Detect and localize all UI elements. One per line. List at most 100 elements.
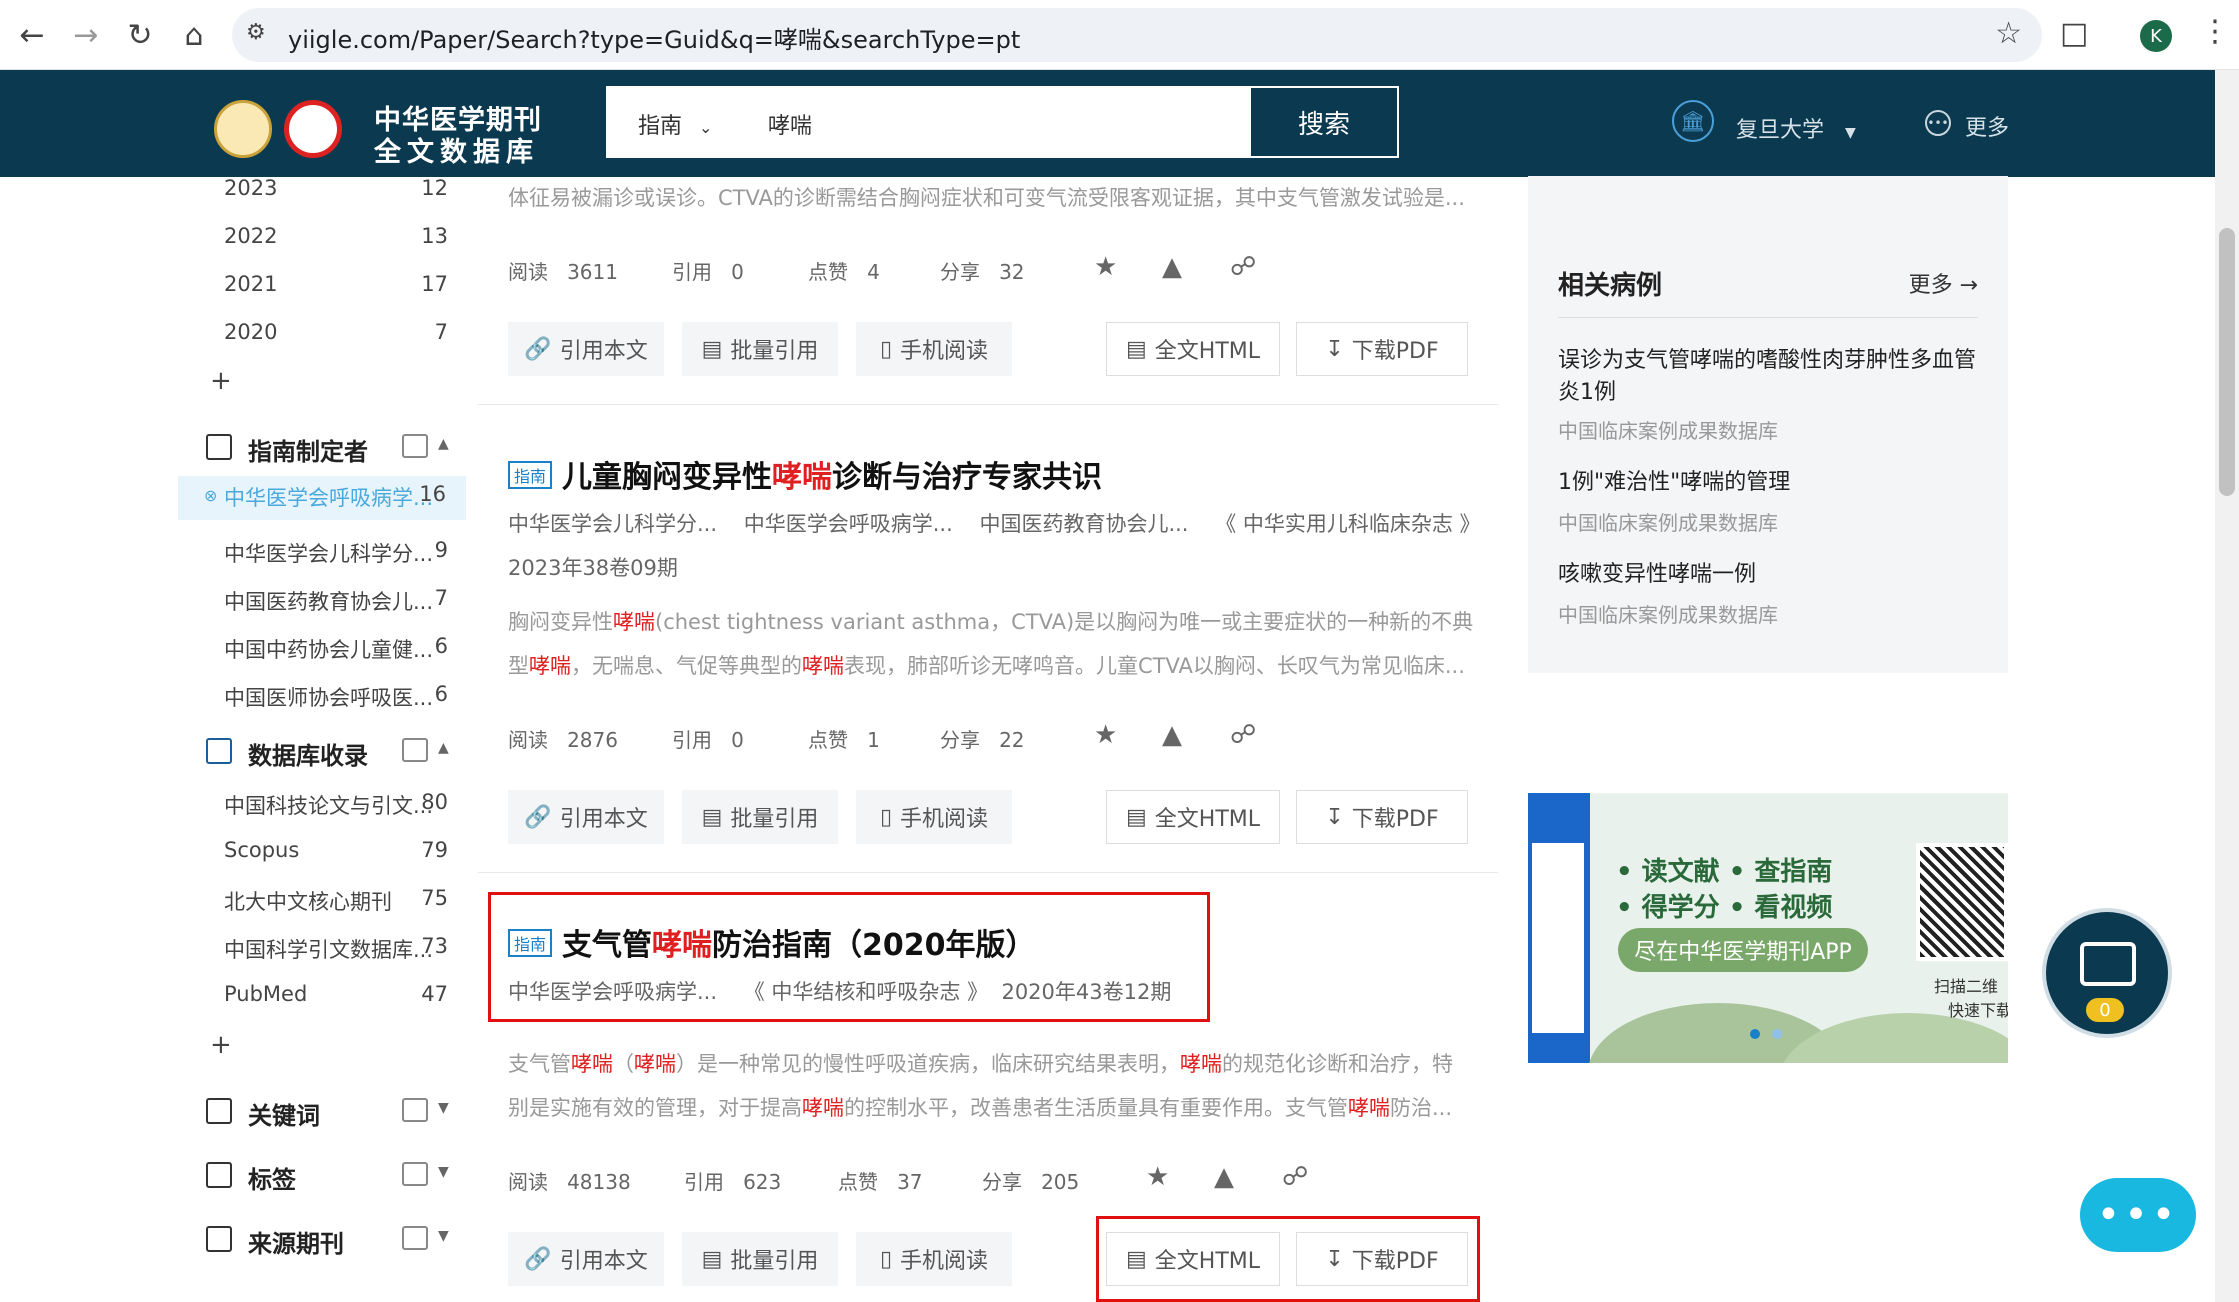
filter-item[interactable]: 中华医学会儿科学分... 9 xyxy=(178,532,468,572)
trend-chart-icon[interactable] xyxy=(402,1098,428,1122)
mobile-read-button[interactable]: ▯ 手机阅读 xyxy=(856,1232,1012,1286)
download-pdf-button[interactable]: ↧ 下载PDF xyxy=(1296,790,1468,844)
trend-chart-icon[interactable] xyxy=(402,434,428,458)
full-html-button[interactable]: ▤ 全文HTML xyxy=(1106,322,1280,376)
caret-down-icon[interactable]: ▼ xyxy=(438,1100,449,1116)
thumbs-up-icon[interactable]: ▲ xyxy=(1162,252,1182,282)
year-count: 12 xyxy=(421,176,448,200)
institution-select[interactable]: 复旦大学 ▼ xyxy=(1736,112,1856,144)
search-bar: 指南 ⌄ 哮喘 xyxy=(606,86,1249,158)
journal-logo[interactable] xyxy=(284,100,342,158)
clear-filter-icon[interactable]: ⊗ xyxy=(204,486,217,505)
search-input[interactable]: 哮喘 xyxy=(768,108,812,140)
authors[interactable]: 中华医学会儿科学分... 中华医学会呼吸病学... 中国医药教育协会儿... xyxy=(508,512,1188,536)
cite-button[interactable]: 🔗 引用本文 xyxy=(508,1232,664,1286)
search-button[interactable]: 搜索 xyxy=(1249,86,1399,158)
divider xyxy=(1558,317,1978,318)
download-pdf-button[interactable]: ↧ 下载PDF xyxy=(1296,322,1468,376)
share-icon[interactable]: ☍ xyxy=(1230,252,1256,282)
share-icon[interactable]: ☍ xyxy=(1230,720,1256,750)
year-count: 7 xyxy=(434,320,448,344)
article-issue[interactable]: 2023年38卷09期 xyxy=(508,552,678,582)
scrollbar-thumb[interactable] xyxy=(2219,228,2235,496)
filter-item[interactable]: PubMed 47 xyxy=(178,976,468,1016)
authors[interactable]: 中华医学会呼吸病学... xyxy=(508,980,717,1004)
address-bar[interactable]: ⚙ yiigle.com/Paper/Search?type=Guid&q=哮喘… xyxy=(232,8,2042,62)
filter-item[interactable]: 中国科技论文与引文... 80 xyxy=(178,784,468,824)
app-promo-banner[interactable]: • 读文献 • 查指南 • 得学分 • 看视频 尽在中华医学期刊APP 扫描二维… xyxy=(1528,793,2008,1063)
search-type-select[interactable]: 指南 ⌄ xyxy=(638,108,712,140)
journal-link[interactable]: 《 中华结核和呼吸杂志 》 xyxy=(744,980,988,1004)
favorite-star-icon[interactable]: ★ xyxy=(1146,1162,1169,1192)
site-header: 中华医学期刊 全文数据库 指南 ⌄ 哮喘 搜索 🏛 复旦大学 ▼ ••• 更多 xyxy=(0,70,2239,177)
download-pdf-button[interactable]: ↧ 下载PDF xyxy=(1296,1232,1468,1286)
thumbs-up-icon[interactable]: ▲ xyxy=(1214,1162,1234,1192)
text: （ xyxy=(613,1052,634,1076)
year-filter-2021[interactable]: 2021 17 xyxy=(178,266,468,306)
filter-item[interactable]: 中国中药协会儿童健... 6 xyxy=(178,628,468,668)
trend-chart-icon[interactable] xyxy=(402,1226,428,1250)
caret-up-icon[interactable]: ▲ xyxy=(438,436,449,452)
year-count: 17 xyxy=(421,272,448,296)
filter-item[interactable]: 中国医师协会呼吸医... 6 xyxy=(178,676,468,716)
related-cases-panel: 相关病例 更多 → 误诊为支气管哮喘的嗜酸性肉芽肿性多血管炎1例 中国临床案例成… xyxy=(1528,195,2008,673)
cite-button[interactable]: 🔗 引用本文 xyxy=(508,322,664,376)
site-info-icon[interactable]: ⚙ xyxy=(246,20,266,45)
more-link[interactable]: 更多 xyxy=(1965,110,2009,142)
filter-item-selected[interactable]: ⊗ 中华医学会呼吸病学... 16 xyxy=(178,476,466,520)
article-title[interactable]: 指南 儿童胸闷变异性哮喘诊断与治疗专家共识 xyxy=(508,452,1102,496)
article-title[interactable]: 指南 支气管哮喘防治指南（2020年版） xyxy=(508,920,1036,964)
full-html-button[interactable]: ▤ 全文HTML xyxy=(1106,790,1280,844)
browser-menu-icon[interactable]: ⋮ xyxy=(2200,14,2230,49)
related-case-link[interactable]: 1例"难治性"哮喘的管理 xyxy=(1558,467,1988,499)
article-issue[interactable]: 2020年43卷12期 xyxy=(1001,980,1171,1004)
caret-up-icon[interactable]: ▲ xyxy=(438,740,449,756)
filter-item[interactable]: 中国医药教育协会儿... 7 xyxy=(178,580,468,620)
journal-link[interactable]: 《 中华实用儿科临床杂志 》 xyxy=(1215,512,1480,536)
cite-button[interactable]: 🔗 引用本文 xyxy=(508,790,664,844)
profile-avatar[interactable]: K xyxy=(2140,20,2172,52)
text: 防治... xyxy=(1390,1096,1453,1120)
filter-item-count: 47 xyxy=(421,982,448,1006)
chat-button[interactable]: ••• xyxy=(2080,1178,2196,1252)
related-case-link[interactable]: 咳嗽变异性哮喘一例 xyxy=(1558,559,1988,591)
back-icon[interactable]: ← xyxy=(10,13,54,57)
mobile-read-button[interactable]: ▯ 手机阅读 xyxy=(856,322,1012,376)
share-icon[interactable]: ☍ xyxy=(1282,1162,1308,1192)
trend-chart-icon[interactable] xyxy=(402,1162,428,1186)
thumbs-up-icon[interactable]: ▲ xyxy=(1162,720,1182,750)
batch-cite-button[interactable]: ▤ 批量引用 xyxy=(682,322,838,376)
mobile-read-button[interactable]: ▯ 手机阅读 xyxy=(856,790,1012,844)
batch-cite-button[interactable]: ▤ 批量引用 xyxy=(682,790,838,844)
related-case-source: 中国临床案例成果数据库 xyxy=(1558,603,1778,627)
filter-item[interactable]: 北大中文核心期刊 75 xyxy=(178,880,468,920)
year-filter-2022[interactable]: 2022 13 xyxy=(178,218,468,258)
related-more-link[interactable]: 更多 → xyxy=(1909,267,1978,299)
year-filter-2023[interactable]: 2023 12 xyxy=(178,170,468,210)
extensions-icon[interactable]: □ xyxy=(2060,16,2088,51)
year-filter-2020[interactable]: 2020 7 xyxy=(178,314,468,354)
batch-cite-button[interactable]: ▤ 批量引用 xyxy=(682,1232,838,1286)
full-html-button[interactable]: ▤ 全文HTML xyxy=(1106,1232,1280,1286)
reload-icon[interactable]: ↻ xyxy=(118,13,162,57)
filter-item[interactable]: Scopus 79 xyxy=(178,832,468,872)
expand-years-button[interactable]: + xyxy=(210,366,232,396)
like-count: 点赞 37 xyxy=(838,1166,923,1195)
more-icon[interactable]: ••• xyxy=(1925,110,1951,136)
trend-chart-icon[interactable] xyxy=(402,738,428,762)
carousel-dot[interactable] xyxy=(1750,1029,1760,1039)
favorite-star-icon[interactable]: ★ xyxy=(1094,720,1117,750)
bookmark-star-icon[interactable]: ☆ xyxy=(1995,16,2022,51)
forward-icon[interactable]: → xyxy=(64,13,108,57)
cma-logo[interactable] xyxy=(214,100,272,158)
expand-database-button[interactable]: + xyxy=(210,1030,232,1060)
group-title: 指南制定者 xyxy=(248,438,368,466)
caret-down-icon[interactable]: ▼ xyxy=(438,1228,449,1244)
related-case-link[interactable]: 误诊为支气管哮喘的嗜酸性肉芽肿性多血管炎1例 xyxy=(1558,345,1988,409)
favorite-star-icon[interactable]: ★ xyxy=(1094,252,1117,282)
carousel-dot[interactable] xyxy=(1772,1029,1782,1039)
filter-item[interactable]: 中国科学引文数据库... 73 xyxy=(178,928,468,968)
stat-label: 点赞 xyxy=(808,260,848,284)
caret-down-icon[interactable]: ▼ xyxy=(438,1164,449,1180)
home-icon[interactable]: ⌂ xyxy=(172,13,216,57)
